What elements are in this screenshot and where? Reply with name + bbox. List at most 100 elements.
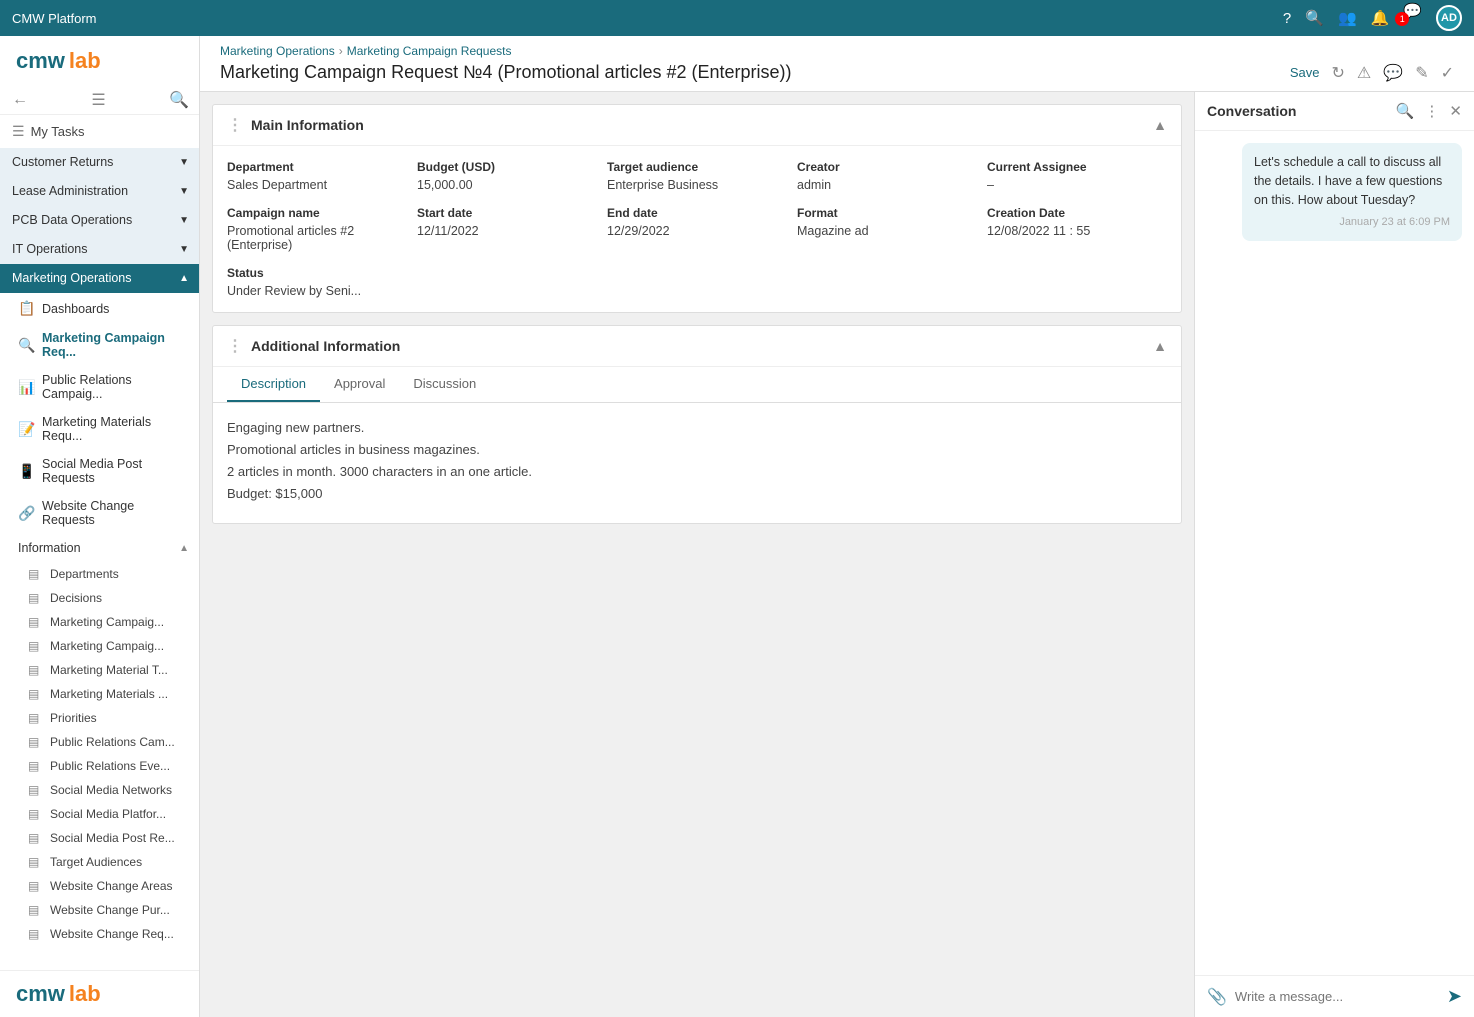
drag-handle-icon[interactable]: ⋮: [227, 115, 243, 135]
collapse-additional-info-icon[interactable]: ▲: [1153, 338, 1167, 354]
pr-icon: 📊: [18, 379, 34, 396]
sidebar-my-tasks[interactable]: ☰ My Tasks: [0, 115, 199, 148]
conversation-body: Let's schedule a call to discuss all the…: [1195, 131, 1474, 975]
save-button[interactable]: Save: [1290, 65, 1320, 80]
value-format: Magazine ad: [797, 224, 977, 238]
bottom-logo-cmw: cmw: [16, 981, 65, 1007]
value-status: Under Review by Seni...: [227, 284, 1167, 298]
chevron-down-icon: ▼: [179, 186, 189, 197]
refresh-icon[interactable]: ↻: [1332, 63, 1345, 83]
sidebar-item-public-relations[interactable]: 📊 Public Relations Campaig...: [0, 366, 199, 408]
info-sub-item[interactable]: ▤Marketing Campaig...: [0, 634, 199, 658]
info-sub-item[interactable]: ▤Marketing Campaig...: [0, 610, 199, 634]
conversation-panel: Conversation 🔍 ⋮ ✕ Let's schedule a call…: [1194, 92, 1474, 1017]
label-start-date: Start date: [417, 206, 597, 220]
comment-icon[interactable]: 💬: [1383, 63, 1403, 83]
table-icon: ▤: [28, 663, 42, 677]
info-sub-item[interactable]: ▤Social Media Post Re...: [0, 826, 199, 850]
menu-icon[interactable]: ☰: [91, 90, 105, 110]
attach-icon[interactable]: 📎: [1207, 987, 1227, 1007]
warning-icon[interactable]: ⚠: [1357, 63, 1371, 83]
sidebar-item-marketing-campaign-req[interactable]: 🔍 Marketing Campaign Req...: [0, 324, 199, 366]
sidebar-item-pcb-data-operations[interactable]: PCB Data Operations ▼: [0, 206, 199, 235]
edit-icon[interactable]: ✎: [1415, 63, 1428, 83]
avatar[interactable]: AD: [1436, 5, 1462, 31]
page-title: Marketing Campaign Request №4 (Promotion…: [220, 62, 792, 83]
search-icon[interactable]: 🔍: [1305, 9, 1324, 27]
content-area: ⋮ Main Information ▲ Department Sales De…: [200, 92, 1474, 1017]
field-target-audience: Target audience Enterprise Business: [607, 160, 787, 192]
info-sub-item[interactable]: ▤Website Change Req...: [0, 922, 199, 946]
label-budget: Budget (USD): [417, 160, 597, 174]
breadcrumb-marketing-ops[interactable]: Marketing Operations: [220, 44, 335, 58]
table-icon: ▤: [28, 903, 42, 917]
main-info-title: ⋮ Main Information: [227, 115, 364, 135]
sidebar-item-marketing-operations[interactable]: Marketing Operations ▲: [0, 264, 199, 293]
sidebar-item-marketing-materials[interactable]: 📝 Marketing Materials Requ...: [0, 408, 199, 450]
message-input[interactable]: [1235, 989, 1439, 1004]
value-department: Sales Department: [227, 178, 407, 192]
content-main: ⋮ Main Information ▲ Department Sales De…: [200, 92, 1194, 1017]
table-icon: ▤: [28, 855, 42, 869]
tab-approval[interactable]: Approval: [320, 367, 399, 402]
value-end-date: 12/29/2022: [607, 224, 787, 238]
conversation-header: Conversation 🔍 ⋮ ✕: [1195, 92, 1474, 131]
information-section-header[interactable]: Information ▲: [0, 534, 199, 562]
chevron-up-icon: ▲: [179, 273, 189, 284]
conv-search-icon[interactable]: 🔍: [1396, 102, 1415, 120]
main-info-card-body: Department Sales Department Budget (USD)…: [213, 146, 1181, 312]
conversation-icons: 🔍 ⋮ ✕: [1396, 102, 1462, 120]
breadcrumb-campaign-requests[interactable]: Marketing Campaign Requests: [347, 44, 512, 58]
chevron-down-icon: ▼: [179, 215, 189, 226]
collapse-main-info-icon[interactable]: ▲: [1153, 117, 1167, 133]
tab-discussion[interactable]: Discussion: [399, 367, 490, 402]
label-target-audience: Target audience: [607, 160, 787, 174]
sidebar-search-icon[interactable]: 🔍: [169, 90, 189, 110]
checkmark-icon[interactable]: ✓: [1441, 63, 1454, 83]
sidebar-item-it-operations[interactable]: IT Operations ▼: [0, 235, 199, 264]
send-icon[interactable]: ➤: [1447, 986, 1462, 1007]
back-icon[interactable]: ←: [12, 91, 28, 109]
info-sub-item[interactable]: ▤Website Change Pur...: [0, 898, 199, 922]
info-sub-item[interactable]: ▤Website Change Areas: [0, 874, 199, 898]
sidebar-item-lease-administration[interactable]: Lease Administration ▼: [0, 177, 199, 206]
info-sub-item[interactable]: ▤Decisions: [0, 586, 199, 610]
sidebar-item-website-change-requests[interactable]: 🔗 Website Change Requests: [0, 492, 199, 534]
page-header: Marketing Operations › Marketing Campaig…: [200, 36, 1474, 92]
table-icon: ▤: [28, 711, 42, 725]
layout: cmw lab ← ☰ 🔍 ☰ My Tasks Customer Return…: [0, 36, 1474, 1017]
sidebar-item-customer-returns[interactable]: Customer Returns ▼: [0, 148, 199, 177]
chevron-down-icon: ▼: [179, 157, 189, 168]
users-icon[interactable]: 👥: [1338, 9, 1357, 27]
help-icon[interactable]: ?: [1283, 10, 1291, 27]
info-sub-item[interactable]: ▤Marketing Material T...: [0, 658, 199, 682]
label-creator: Creator: [797, 160, 977, 174]
table-icon: ▤: [28, 831, 42, 845]
info-sub-item[interactable]: ▤Social Media Networks: [0, 778, 199, 802]
description-box: Engaging new partners. Promotional artic…: [213, 403, 1181, 523]
label-status: Status: [227, 266, 1167, 280]
info-sub-item[interactable]: ▤Public Relations Cam...: [0, 730, 199, 754]
field-department: Department Sales Department: [227, 160, 407, 192]
conversation-title: Conversation: [1207, 103, 1296, 119]
my-tasks-label: My Tasks: [31, 124, 85, 139]
notification-badge: 1: [1395, 12, 1409, 26]
label-format: Format: [797, 206, 977, 220]
sidebar-item-dashboards[interactable]: 📋 Dashboards: [0, 293, 199, 324]
table-icon: ▤: [28, 567, 42, 581]
info-sub-item[interactable]: ▤Priorities: [0, 706, 199, 730]
info-sub-item[interactable]: ▤Public Relations Eve...: [0, 754, 199, 778]
conv-more-icon[interactable]: ⋮: [1424, 102, 1439, 120]
info-sub-item[interactable]: ▤Departments: [0, 562, 199, 586]
logo-cmw: cmw: [16, 48, 65, 74]
sidebar-item-social-media-posts[interactable]: 📱 Social Media Post Requests: [0, 450, 199, 492]
info-sub-item[interactable]: ▤Marketing Materials ...: [0, 682, 199, 706]
conv-close-icon[interactable]: ✕: [1449, 102, 1462, 120]
table-icon: ▤: [28, 927, 42, 941]
info-sub-item[interactable]: ▤Target Audiences: [0, 850, 199, 874]
info-sub-item[interactable]: ▤Social Media Platfor...: [0, 802, 199, 826]
drag-handle-icon-2[interactable]: ⋮: [227, 336, 243, 356]
bell-icon[interactable]: 🔔: [1371, 9, 1390, 27]
table-icon: ▤: [28, 879, 42, 893]
tab-description[interactable]: Description: [227, 367, 320, 402]
